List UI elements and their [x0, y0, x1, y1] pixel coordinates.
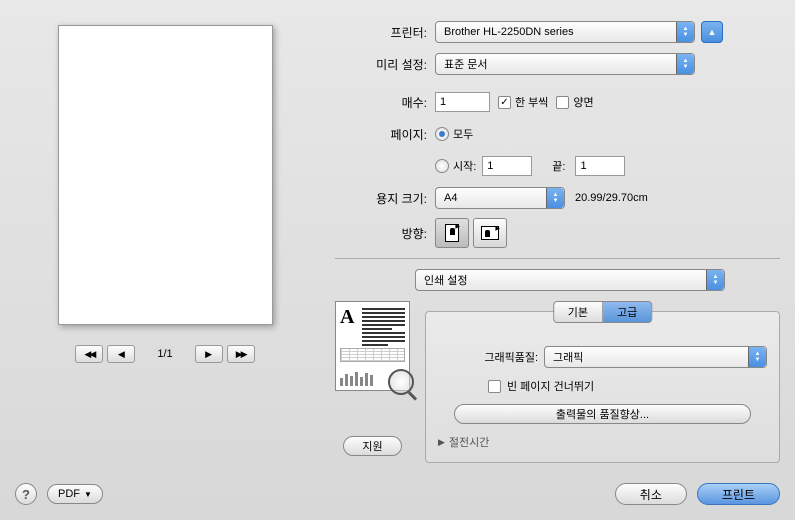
preview-nav: ◀◀ ◀ 1/1 ▶ ▶▶ — [75, 345, 254, 363]
skip-blank-label: 빈 페이지 건너뛰기 — [507, 378, 594, 394]
copies-input[interactable] — [435, 92, 490, 112]
magnifier-icon — [388, 369, 414, 395]
duplex-checkbox[interactable] — [556, 96, 569, 109]
graphic-quality-select[interactable]: 그래픽 ▲▼ — [544, 346, 767, 368]
pages-to-input[interactable] — [575, 156, 625, 176]
printer-label: 프린터: — [335, 24, 435, 41]
orientation-portrait-button[interactable] — [435, 218, 469, 248]
portrait-icon — [445, 224, 459, 242]
next-page-button[interactable]: ▶ — [195, 345, 223, 363]
paper-size-label: 용지 크기: — [335, 190, 435, 207]
duplex-label: 양면 — [573, 94, 593, 110]
printer-value: Brother HL-2250DN series — [444, 26, 574, 38]
orientation-label: 방향: — [335, 225, 435, 242]
pages-range-radio[interactable] — [435, 159, 449, 173]
dropdown-arrows-icon: ▲▼ — [706, 270, 724, 290]
pdf-menu-button[interactable]: PDF ▼ — [47, 484, 103, 504]
settings-pane: 프린터: Brother HL-2250DN series ▲▼ ▲ 미리 설정… — [335, 20, 780, 463]
prev-page-button[interactable]: ◀ — [107, 345, 135, 363]
collate-label: 한 부씩 — [515, 94, 548, 110]
pages-from-input[interactable] — [482, 156, 532, 176]
last-page-button[interactable]: ▶▶ — [227, 345, 255, 363]
section-value: 인쇄 설정 — [424, 272, 468, 288]
landscape-icon — [481, 226, 499, 240]
print-dialog: ◀◀ ◀ 1/1 ▶ ▶▶ 프린터: Brother HL-2250DN ser… — [0, 0, 795, 520]
copies-label: 매수: — [335, 94, 435, 111]
collapse-button[interactable]: ▲ — [701, 21, 723, 43]
output-quality-button[interactable]: 출력물의 품질향상... — [454, 404, 750, 424]
support-button[interactable]: 지원 — [343, 436, 401, 456]
paper-size-value: A4 — [444, 192, 457, 204]
preview-pane: ◀◀ ◀ 1/1 ▶ ▶▶ — [15, 20, 315, 463]
paper-dimensions: 20.99/29.70cm — [575, 192, 648, 204]
help-button[interactable]: ? — [15, 483, 37, 505]
preset-select[interactable]: 표준 문서 ▲▼ — [435, 53, 695, 75]
dropdown-arrows-icon: ▲▼ — [676, 54, 694, 74]
graphic-quality-value: 그래픽 — [553, 349, 583, 365]
dropdown-arrows-icon: ▲▼ — [748, 347, 766, 367]
graphic-quality-label: 그래픽품질: — [438, 349, 538, 365]
tab-advanced[interactable]: 고급 — [603, 302, 651, 322]
pages-label: 페이지: — [335, 126, 435, 143]
preset-label: 미리 설정: — [335, 56, 435, 73]
preset-value: 표준 문서 — [444, 56, 488, 72]
section-select[interactable]: 인쇄 설정 ▲▼ — [415, 269, 725, 291]
dropdown-triangle-icon: ▼ — [84, 490, 92, 499]
printer-select[interactable]: Brother HL-2250DN series ▲▼ — [435, 21, 695, 43]
disclosure-triangle-icon: ▶ — [438, 437, 445, 448]
paper-size-select[interactable]: A4 ▲▼ — [435, 187, 565, 209]
pages-to-label: 끝: — [552, 158, 565, 174]
preview-page — [58, 25, 273, 325]
orientation-landscape-button[interactable] — [473, 218, 507, 248]
sleep-time-disclosure[interactable]: ▶ 절전시간 — [438, 434, 767, 450]
dialog-footer: ? PDF ▼ 취소 프린트 — [15, 483, 780, 505]
dropdown-arrows-icon: ▲▼ — [676, 22, 694, 42]
skip-blank-checkbox[interactable] — [488, 380, 501, 393]
pages-from-label: 시작: — [453, 158, 476, 174]
collate-checkbox[interactable]: ✓ — [498, 96, 511, 109]
tab-basic[interactable]: 기본 — [554, 302, 603, 322]
dropdown-arrows-icon: ▲▼ — [546, 188, 564, 208]
first-page-button[interactable]: ◀◀ — [75, 345, 103, 363]
cancel-button[interactable]: 취소 — [615, 483, 687, 505]
print-button[interactable]: 프린트 — [697, 483, 780, 505]
page-counter: 1/1 — [157, 348, 172, 360]
pages-all-label: 모두 — [453, 126, 473, 142]
pages-all-radio[interactable] — [435, 127, 449, 141]
sleep-time-label: 절전시간 — [449, 434, 489, 450]
advanced-panel: 기본 고급 그래픽품질: 그래픽 ▲▼ — [425, 311, 780, 463]
document-preview-icon: A — [335, 301, 410, 391]
